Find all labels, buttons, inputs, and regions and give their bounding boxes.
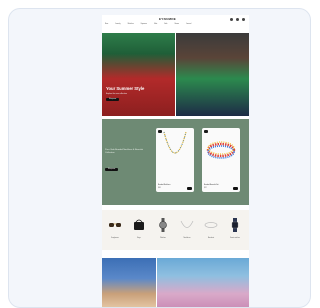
lifestyle-photo-left bbox=[102, 258, 156, 307]
badge bbox=[158, 130, 162, 133]
nav-item[interactable]: Journal bbox=[186, 24, 191, 25]
header-icons bbox=[230, 18, 245, 21]
product-card[interactable]: Beaded Necklace $48 bbox=[156, 128, 194, 192]
badge bbox=[204, 130, 208, 133]
smartwatch-icon bbox=[231, 218, 239, 232]
search-icon[interactable] bbox=[230, 18, 233, 21]
add-to-cart-button[interactable] bbox=[233, 187, 238, 190]
site-header: EYNUMDE New Jewelry Watches Eyewear Gift… bbox=[102, 15, 249, 33]
nav-item[interactable]: Sale bbox=[164, 24, 167, 25]
add-to-cart-button[interactable] bbox=[187, 187, 192, 190]
category-item[interactable]: Sunglasses bbox=[105, 215, 125, 245]
category-label: Sunglasses bbox=[111, 238, 119, 239]
category-item[interactable]: Bracelets bbox=[201, 215, 221, 245]
hero-image-right bbox=[176, 33, 249, 116]
category-label: Bracelets bbox=[207, 238, 215, 239]
category-label: Bags bbox=[137, 238, 141, 239]
lifestyle-photo-right bbox=[157, 258, 249, 307]
promo-section: Pura Vida Beaded Necklace & Bracelet Col… bbox=[102, 119, 249, 205]
account-icon[interactable] bbox=[236, 18, 239, 21]
nav-item[interactable]: Eyewear bbox=[141, 24, 147, 25]
category-strip: Sunglasses Bags Watches Necklaces Bracel… bbox=[102, 210, 249, 250]
bag-icon bbox=[134, 219, 144, 230]
promo-shop-button[interactable]: Shop now bbox=[105, 168, 119, 171]
cart-icon[interactable] bbox=[242, 18, 245, 21]
product-name: Beaded Bracelet Set bbox=[204, 185, 219, 186]
category-item[interactable]: Smart watches bbox=[225, 215, 245, 245]
necklace-image bbox=[163, 131, 187, 154]
product-name: Beaded Necklace bbox=[158, 185, 171, 186]
necklace-icon bbox=[180, 220, 194, 228]
hero-shop-button[interactable]: Shop now bbox=[106, 98, 120, 101]
main-nav: New Jewelry Watches Eyewear Gifts Sale S… bbox=[105, 24, 191, 25]
watch-icon bbox=[159, 218, 167, 232]
bracelet-image bbox=[206, 141, 236, 159]
category-label: Smart watches bbox=[230, 238, 240, 239]
hero-title: Your Summer Style bbox=[106, 86, 145, 91]
nav-item[interactable]: Jewelry bbox=[115, 24, 120, 25]
hero-image-left bbox=[102, 33, 175, 116]
browser-card: EYNUMDE New Jewelry Watches Eyewear Gift… bbox=[8, 8, 311, 308]
category-item[interactable]: Bags bbox=[129, 215, 149, 245]
category-item[interactable]: Watches bbox=[153, 215, 173, 245]
webpage-preview: EYNUMDE New Jewelry Watches Eyewear Gift… bbox=[102, 15, 249, 307]
hero-subtitle: Explore the new collection bbox=[106, 93, 127, 95]
site-logo[interactable]: EYNUMDE bbox=[159, 17, 176, 21]
sunglasses-icon bbox=[109, 223, 121, 227]
category-label: Watches bbox=[160, 238, 166, 239]
nav-item[interactable]: Gifts bbox=[154, 24, 157, 25]
hero-banner: Your Summer Style Explore the new collec… bbox=[102, 33, 249, 116]
nav-item[interactable]: Watches bbox=[128, 24, 134, 25]
bracelet-icon bbox=[204, 222, 218, 228]
nav-item[interactable]: New bbox=[105, 24, 108, 25]
lifestyle-gallery bbox=[102, 258, 249, 307]
product-price: $52 bbox=[204, 188, 207, 189]
nav-item[interactable]: Stores bbox=[174, 24, 179, 25]
category-item[interactable]: Necklaces bbox=[177, 215, 197, 245]
promo-text: Pura Vida Beaded Necklace & Bracelet Col… bbox=[105, 149, 144, 154]
category-label: Necklaces bbox=[183, 238, 191, 239]
product-card[interactable]: Beaded Bracelet Set $52 bbox=[202, 128, 240, 192]
product-price: $48 bbox=[158, 188, 161, 189]
